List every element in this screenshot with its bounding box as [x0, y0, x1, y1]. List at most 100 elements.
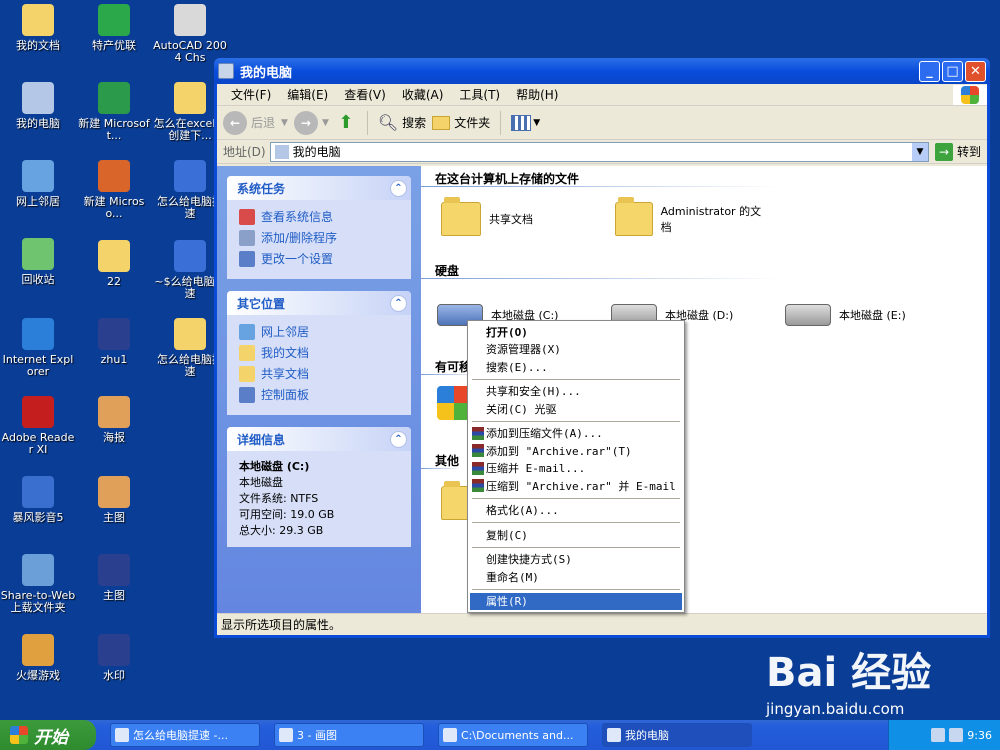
system-info-icon: [239, 208, 255, 225]
psd-icon: [98, 318, 130, 350]
shared-documents-link[interactable]: 共享文档: [239, 365, 401, 382]
desktop-icon-haibao[interactable]: 海报: [76, 396, 152, 444]
ctx-properties[interactable]: 属性(R): [470, 592, 682, 610]
admin-documents-item[interactable]: Administrator 的文档: [615, 197, 765, 236]
detail-free-space: 可用空间: 19.0 GB: [239, 508, 335, 521]
taskbar-item-paint[interactable]: 3 - 画图: [274, 723, 424, 747]
folder-icon: [98, 240, 130, 272]
desktop-icon-folder-22[interactable]: 22: [76, 240, 152, 288]
close-button[interactable]: ✕: [965, 60, 986, 82]
desktop-icon-network[interactable]: 网上邻居: [0, 160, 76, 208]
collapse-chevron-icon[interactable]: ⌃: [390, 294, 407, 312]
powerpoint-icon: [98, 160, 130, 192]
up-button[interactable]: ⬆: [335, 112, 357, 134]
network-tray-icon[interactable]: [931, 728, 946, 742]
title-bar[interactable]: 我的电脑 _ □ ✕: [214, 58, 990, 84]
desktop-icon-zhutu-psd[interactable]: 主图: [76, 554, 152, 602]
image-icon: [98, 476, 130, 508]
menu-tools[interactable]: 工具(T): [451, 86, 508, 103]
ctx-explorer[interactable]: 资源管理器(X): [470, 341, 682, 359]
shared-documents-item[interactable]: 共享文档: [441, 197, 533, 236]
desktop-icon-ie[interactable]: Internet Explorer: [0, 318, 76, 378]
menu-help[interactable]: 帮助(H): [508, 86, 566, 103]
ctx-create-shortcut[interactable]: 创建快捷方式(S): [470, 551, 682, 569]
other-places-header[interactable]: 其它位置 ⌃: [227, 291, 411, 315]
taskbar-item-word[interactable]: 怎么给电脑提速 -...: [110, 723, 260, 747]
clock[interactable]: 9:36: [967, 729, 992, 742]
game-icon: [22, 634, 54, 666]
desktop-icon-games[interactable]: 火爆游戏: [0, 634, 76, 682]
up-folder-icon: ⬆: [338, 112, 354, 133]
menu-edit[interactable]: 编辑(E): [279, 86, 336, 103]
desktop-icon-autocad[interactable]: AutoCAD 2004 Chs: [152, 4, 228, 64]
winrar-icon: [472, 444, 484, 458]
menu-favorites[interactable]: 收藏(A): [394, 86, 452, 103]
network-icon: [22, 160, 54, 192]
folders-button[interactable]: 文件夹: [432, 114, 490, 131]
change-setting-link[interactable]: 更改一个设置: [239, 250, 401, 267]
ctx-rename[interactable]: 重命名(M): [470, 568, 682, 586]
collapse-chevron-icon[interactable]: ⌃: [390, 430, 407, 448]
desktop-icon-shuiyin[interactable]: 水印: [76, 634, 152, 682]
ctx-compress-email[interactable]: 压缩并 E-mail...: [470, 460, 682, 478]
detail-name: 本地磁盘 (C:): [239, 460, 310, 473]
ctx-sharing[interactable]: 共享和安全(H)...: [470, 383, 682, 401]
my-documents-link[interactable]: 我的文档: [239, 344, 401, 361]
detail-filesystem: 文件系统: NTFS: [239, 492, 319, 505]
maximize-button[interactable]: □: [942, 60, 963, 82]
network-places-link[interactable]: 网上邻居: [239, 323, 401, 340]
desktop-icon-new-excel[interactable]: 新建 Microsoft...: [76, 82, 152, 142]
ctx-format[interactable]: 格式化(A)...: [470, 502, 682, 520]
desktop-icon-my-computer[interactable]: 我的电脑: [0, 82, 76, 130]
views-button[interactable]: ▼: [511, 114, 540, 131]
menu-separator: [472, 588, 680, 590]
desktop-icon-baofeng[interactable]: 暴风影音5: [0, 476, 76, 524]
search-button[interactable]: 🔍︎ 搜索: [378, 113, 426, 132]
desktop-icon-zhutu[interactable]: 主图: [76, 476, 152, 524]
computer-icon: [607, 728, 621, 742]
folder-icon: [239, 344, 255, 361]
ctx-search[interactable]: 搜索(E)...: [470, 358, 682, 376]
taskbar-item-documents[interactable]: C:\Documents and...: [438, 723, 588, 747]
ctx-copy[interactable]: 复制(C): [470, 526, 682, 544]
ctx-add-rar[interactable]: 添加到 "Archive.rar"(T): [470, 442, 682, 460]
optical-drive-item[interactable]: [437, 386, 471, 420]
word-icon: [174, 160, 206, 192]
menu-view[interactable]: 查看(V): [336, 86, 394, 103]
disk-e-item[interactable]: 本地磁盘 (E:): [785, 304, 906, 326]
add-remove-programs-link[interactable]: 添加/删除程序: [239, 229, 401, 246]
details-header[interactable]: 详细信息 ⌃: [227, 427, 411, 451]
other-places-panel: 其它位置 ⌃ 网上邻居 我的文档 共享文档 控制面板: [227, 291, 411, 415]
address-input[interactable]: 我的电脑 ▼: [269, 141, 929, 162]
taskbar-item-my-computer[interactable]: 我的电脑: [602, 723, 752, 747]
desktop-icon-my-documents[interactable]: 我的文档: [0, 4, 76, 52]
ctx-close-drive[interactable]: 关闭(C) 光驱: [470, 400, 682, 418]
ctx-open[interactable]: 打开(O): [470, 323, 682, 341]
volume-tray-icon[interactable]: [949, 728, 964, 742]
system-tasks-header[interactable]: 系统任务 ⌃: [227, 176, 411, 200]
ctx-add-archive[interactable]: 添加到压缩文件(A)...: [470, 425, 682, 443]
collapse-chevron-icon[interactable]: ⌃: [390, 179, 407, 197]
taskbar: 开始 怎么给电脑提速 -... 3 - 画图 C:\Documents and.…: [0, 720, 1000, 750]
windows-cd-icon: [437, 386, 471, 420]
desktop-icon-zhu1[interactable]: zhu1: [76, 318, 152, 366]
control-panel-link[interactable]: 控制面板: [239, 386, 401, 403]
start-button[interactable]: 开始: [0, 720, 96, 750]
ctx-compress-rar-email[interactable]: 压缩到 "Archive.rar" 并 E-mail: [470, 477, 682, 495]
view-system-info-link[interactable]: 查看系统信息: [239, 208, 401, 225]
address-dropdown-button[interactable]: ▼: [911, 142, 928, 161]
desktop-icon-adobe-reader[interactable]: Adobe Reader XI: [0, 396, 76, 456]
excel-icon: [98, 82, 130, 114]
folder-icon: [239, 365, 255, 382]
desktop-icon-recycle-bin[interactable]: 回收站: [0, 238, 76, 286]
desktop-icon-techan[interactable]: 特产优联: [76, 4, 152, 52]
go-button[interactable]: → 转到: [934, 142, 981, 161]
desktop-icon-new-ppt[interactable]: 新建 Microso...: [76, 160, 152, 220]
menu-file[interactable]: 文件(F): [223, 86, 279, 103]
folders-icon: [432, 115, 451, 130]
back-button[interactable]: ← 后退 ▼: [223, 110, 288, 135]
winrar-icon: [472, 461, 484, 475]
forward-button[interactable]: → ▼: [293, 110, 329, 135]
desktop-icon-share-to-web[interactable]: Share-to-Web上载文件夹: [0, 554, 76, 614]
minimize-button[interactable]: _: [919, 60, 940, 82]
